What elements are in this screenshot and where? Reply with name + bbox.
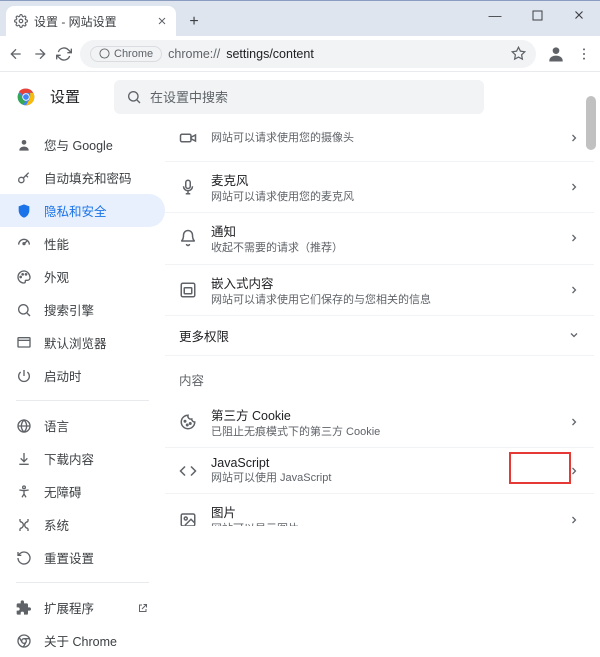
sidebar-item-you-and-google[interactable]: 您与 Google — [0, 128, 165, 161]
forward-button[interactable] — [32, 46, 48, 62]
speed-icon — [16, 236, 32, 252]
embed-icon — [179, 281, 197, 299]
accessibility-icon — [16, 484, 32, 500]
url-host: chrome:// — [168, 47, 220, 61]
profile-avatar[interactable] — [544, 42, 568, 66]
palette-icon — [16, 269, 32, 285]
chevron-right-icon — [568, 181, 580, 193]
sidebar-item-appearance[interactable]: 外观 — [0, 260, 165, 293]
chevron-right-icon — [568, 416, 580, 428]
sidebar-item-about[interactable]: 关于 Chrome — [0, 624, 165, 657]
security-chip: Chrome — [90, 46, 162, 62]
tab-title: 设置 - 网站设置 — [34, 13, 150, 30]
bell-icon — [179, 229, 197, 247]
microphone-icon — [179, 178, 197, 196]
gear-icon — [14, 14, 28, 28]
sidebar-item-on-startup[interactable]: 启动时 — [0, 359, 165, 392]
sidebar-item-default-browser[interactable]: 默认浏览器 — [0, 326, 165, 359]
setting-cookies[interactable]: 第三方 Cookie已阻止无痕模式下的第三方 Cookie — [165, 397, 594, 448]
setting-notifications[interactable]: 通知收起不需要的请求（推荐） — [165, 213, 594, 264]
setting-embedded[interactable]: 嵌入式内容网站可以请求使用它们保存的与您相关的信息 — [165, 265, 594, 316]
sidebar-item-performance[interactable]: 性能 — [0, 227, 165, 260]
reset-icon — [16, 550, 32, 566]
sidebar-item-privacy[interactable]: 隐私和安全 — [0, 194, 165, 227]
menu-button[interactable] — [576, 46, 592, 62]
sidebar-item-languages[interactable]: 语言 — [0, 409, 165, 442]
divider — [16, 400, 149, 401]
scrollbar-thumb[interactable] — [586, 96, 596, 150]
chrome-icon — [16, 633, 32, 649]
chevron-right-icon — [568, 132, 580, 144]
setting-images[interactable]: 图片网站可以显示图片 — [165, 494, 594, 526]
image-icon — [179, 511, 197, 526]
chevron-right-icon — [568, 284, 580, 296]
toolbar: Chrome chrome:// settings/content — [0, 36, 600, 72]
chevron-right-icon — [568, 465, 580, 477]
search-icon — [16, 302, 32, 318]
system-icon — [16, 517, 32, 533]
extension-icon — [16, 600, 32, 616]
cookie-icon — [179, 413, 197, 431]
sidebar-item-extensions[interactable]: 扩展程序 — [0, 591, 165, 624]
download-icon — [16, 451, 32, 467]
settings-header: 设置 在设置中搜索 — [0, 72, 600, 122]
setting-javascript[interactable]: JavaScript网站可以使用 JavaScript — [165, 448, 594, 494]
sidebar-item-downloads[interactable]: 下载内容 — [0, 442, 165, 475]
setting-camera[interactable]: 网站可以请求使用您的摄像头 — [165, 122, 594, 162]
section-content-header: 内容 — [165, 356, 594, 397]
sidebar-item-search-engine[interactable]: 搜索引擎 — [0, 293, 165, 326]
sidebar: 您与 Google 自动填充和密码 隐私和安全 性能 外观 搜索引擎 默认浏览器… — [0, 122, 165, 526]
sidebar-item-reset[interactable]: 重置设置 — [0, 541, 165, 574]
address-bar[interactable]: Chrome chrome:// settings/content — [80, 40, 536, 68]
divider — [16, 582, 149, 583]
sidebar-item-accessibility[interactable]: 无障碍 — [0, 475, 165, 508]
settings-search[interactable]: 在设置中搜索 — [114, 80, 484, 114]
url-path: settings/content — [226, 47, 314, 61]
code-icon — [179, 462, 197, 480]
chrome-logo-icon — [16, 87, 36, 107]
shield-icon — [16, 203, 32, 219]
window-titlebar: 设置 - 网站设置 + — — [0, 0, 600, 36]
globe-icon — [16, 418, 32, 434]
external-link-icon — [137, 602, 149, 614]
bookmark-icon[interactable] — [511, 46, 526, 61]
close-window-button[interactable] — [558, 0, 600, 30]
new-tab-button[interactable]: + — [180, 8, 208, 36]
chevron-right-icon — [568, 514, 580, 526]
window-controls: — — [474, 0, 600, 36]
person-icon — [16, 137, 32, 153]
power-icon — [16, 368, 32, 384]
setting-microphone[interactable]: 麦克风网站可以请求使用您的麦克风 — [165, 162, 594, 213]
main-content: 网站可以请求使用您的摄像头 麦克风网站可以请求使用您的麦克风 通知收起不需要的请… — [165, 122, 600, 526]
more-permissions[interactable]: 更多权限 — [165, 316, 594, 356]
page-title: 设置 — [50, 86, 80, 107]
chevron-right-icon — [568, 232, 580, 244]
sidebar-item-autofill[interactable]: 自动填充和密码 — [0, 161, 165, 194]
browser-icon — [16, 335, 32, 351]
sidebar-item-system[interactable]: 系统 — [0, 508, 165, 541]
minimize-button[interactable]: — — [474, 0, 516, 30]
back-button[interactable] — [8, 46, 24, 62]
search-icon — [126, 89, 142, 105]
camera-icon — [179, 129, 197, 147]
maximize-button[interactable] — [516, 0, 558, 30]
key-icon — [16, 170, 32, 186]
close-icon[interactable] — [156, 15, 168, 27]
chevron-down-icon — [568, 329, 580, 341]
browser-tab[interactable]: 设置 - 网站设置 — [6, 6, 176, 36]
reload-button[interactable] — [56, 46, 72, 62]
